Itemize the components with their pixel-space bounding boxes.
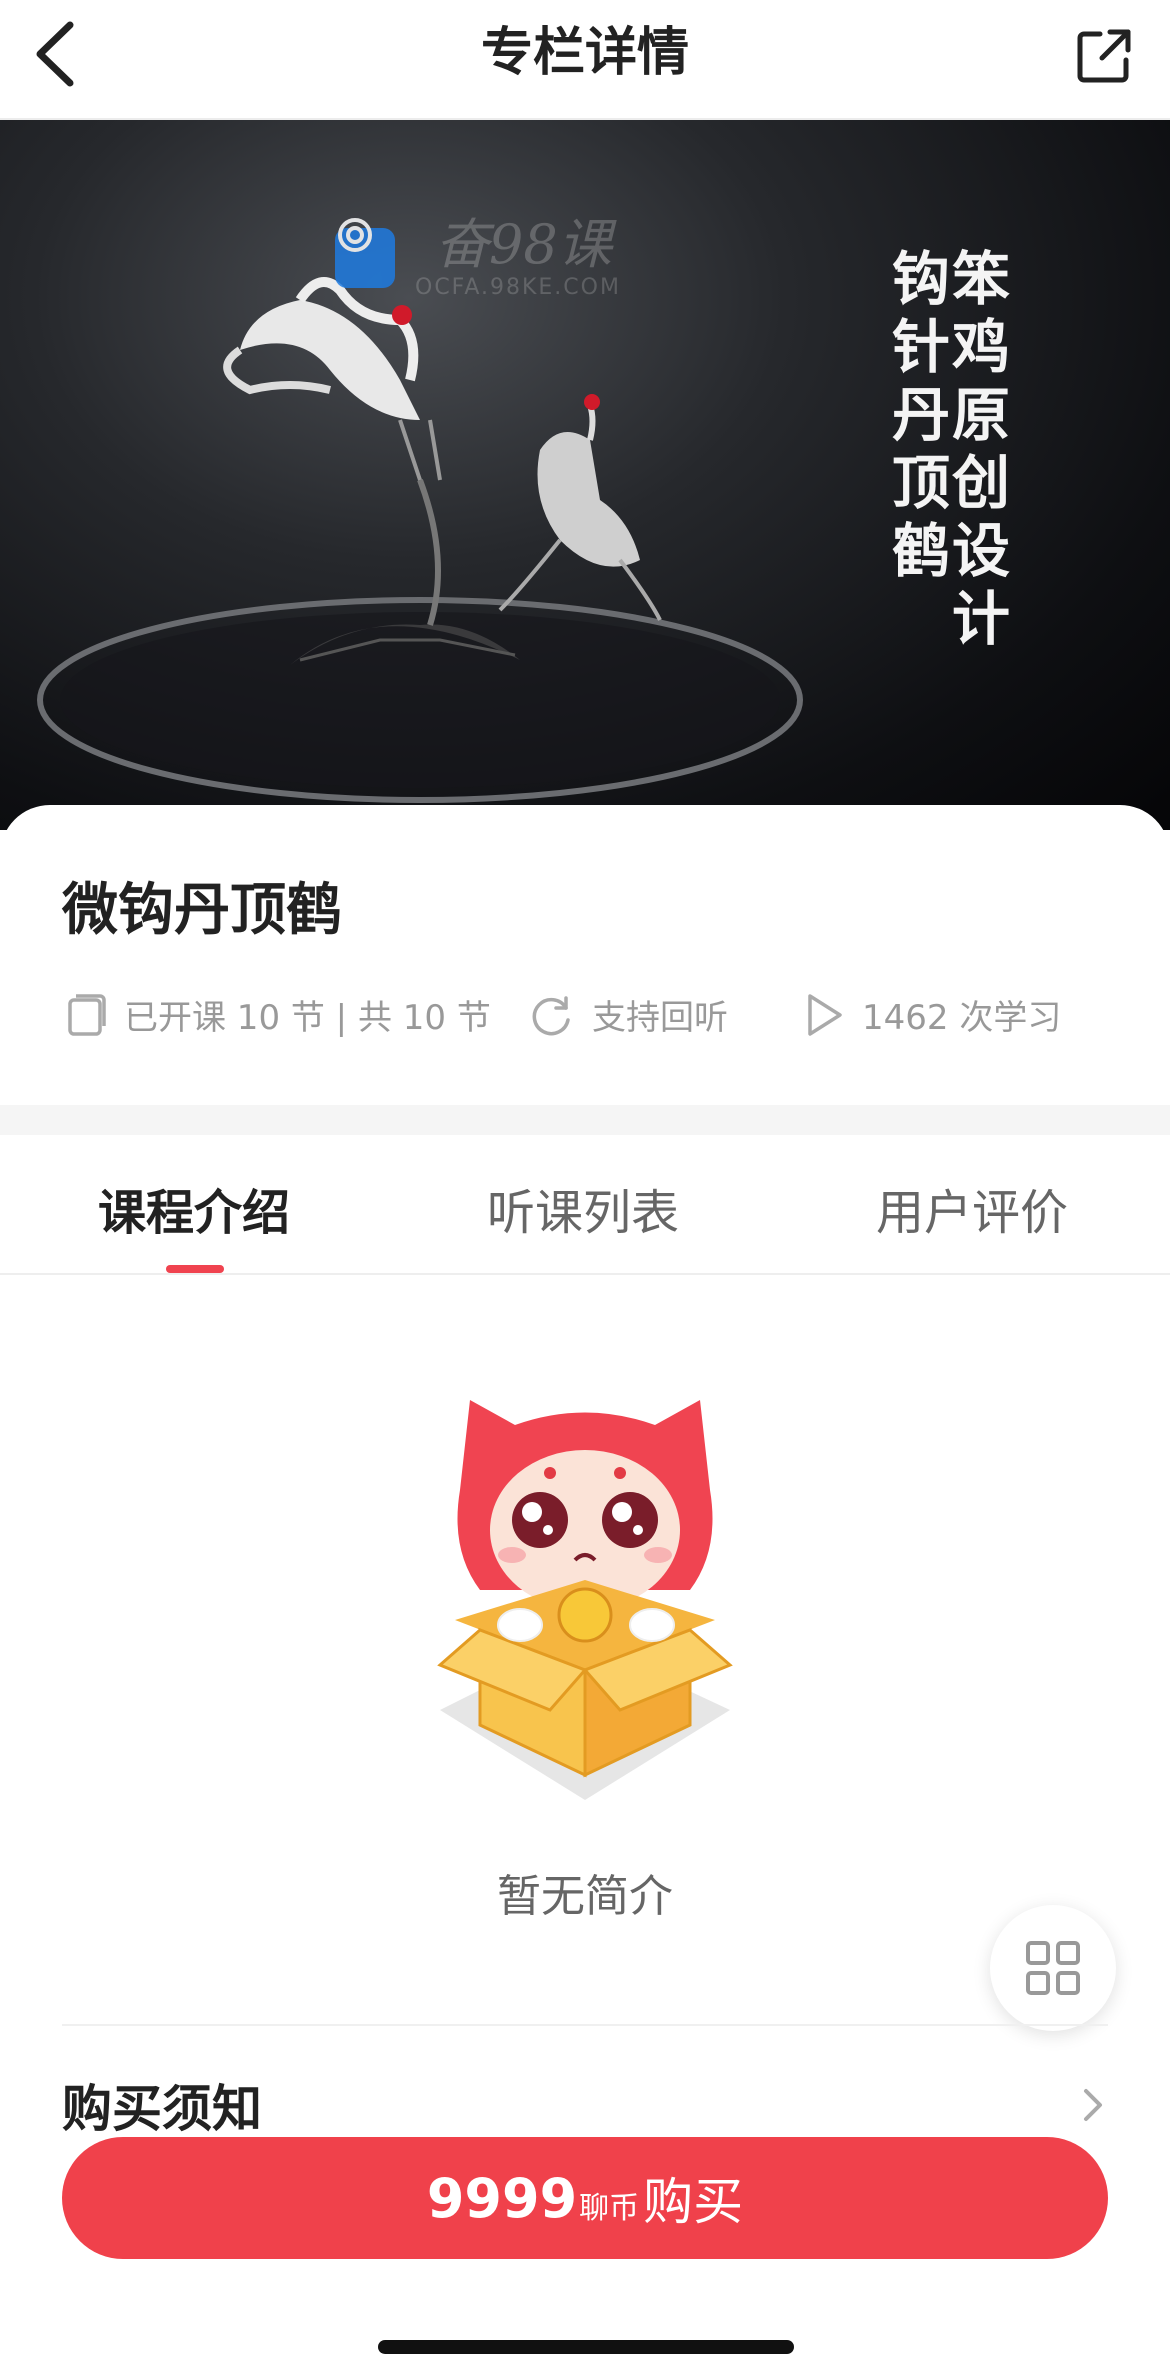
empty-state-mascot (437, 1400, 733, 1800)
document-icon (66, 992, 106, 1038)
lesson-count-text: 已开课 10 节 | 共 10 节 (124, 998, 491, 1038)
course-info-card: 微钩丹顶鹤 已开课 10 节 | 共 10 节 支持回听 1462 次学习 (0, 805, 1170, 1105)
tab-bar: 课程介绍 听课列表 用户评价 (0, 1135, 1170, 1275)
replay-text: 支持回听 (592, 998, 728, 1038)
chevron-right-icon (1084, 2089, 1102, 2121)
replay-support: 支持回听 (528, 990, 728, 1039)
replay-icon (528, 992, 574, 1038)
floating-menu-button[interactable] (990, 1905, 1116, 2031)
buy-currency-unit: 聊币 (579, 2191, 640, 2226)
external-share-icon (1077, 29, 1131, 83)
divider (62, 2024, 1108, 2026)
page-title: 专栏详情 (480, 23, 689, 83)
nav-header: 专栏详情 (0, 0, 1170, 120)
buy-price: 9999 (426, 2166, 578, 2230)
course-title: 微钩丹顶鹤 (62, 878, 342, 943)
empty-state-text: 暂无简介 (497, 1871, 673, 1922)
lesson-count: 已开课 10 节 | 共 10 节 (66, 990, 491, 1039)
cover-vertical-text-left: 钩针丹顶鹤 (891, 245, 950, 585)
share-button[interactable] (1064, 16, 1144, 96)
purchase-notice-row[interactable]: 购买须知 (62, 2070, 1108, 2140)
cover-vertical-text-right: 笨鸡原创设计 (951, 245, 1010, 653)
play-icon (804, 992, 844, 1038)
watermark: 奋98课 OCFA.98KE.COM (335, 215, 621, 300)
purchase-notice-label: 购买须知 (62, 2080, 262, 2138)
course-cover-image: 奋98课 OCFA.98KE.COM 笨鸡原创设计 钩针丹顶鹤 (0, 120, 1170, 830)
watermark-logo-icon (335, 218, 395, 288)
watermark-url: OCFA.98KE.COM (415, 275, 621, 300)
learner-count-text: 1462 次学习 (862, 998, 1062, 1038)
buy-button[interactable]: 9999 聊币 购买 (62, 2137, 1108, 2259)
tab-course-intro[interactable]: 课程介绍 (34, 1173, 354, 1243)
learner-count: 1462 次学习 (804, 990, 1061, 1039)
section-gap (0, 1105, 1170, 1135)
buy-action-label: 购买 (643, 2173, 744, 2231)
active-tab-indicator (166, 1265, 224, 1273)
tab-user-reviews[interactable]: 用户评价 (812, 1173, 1132, 1243)
watermark-text: 奋98课 (435, 213, 612, 276)
grid-icon (1026, 1941, 1080, 1995)
tab-lesson-list[interactable]: 听课列表 (423, 1173, 743, 1243)
home-indicator (378, 2340, 794, 2354)
